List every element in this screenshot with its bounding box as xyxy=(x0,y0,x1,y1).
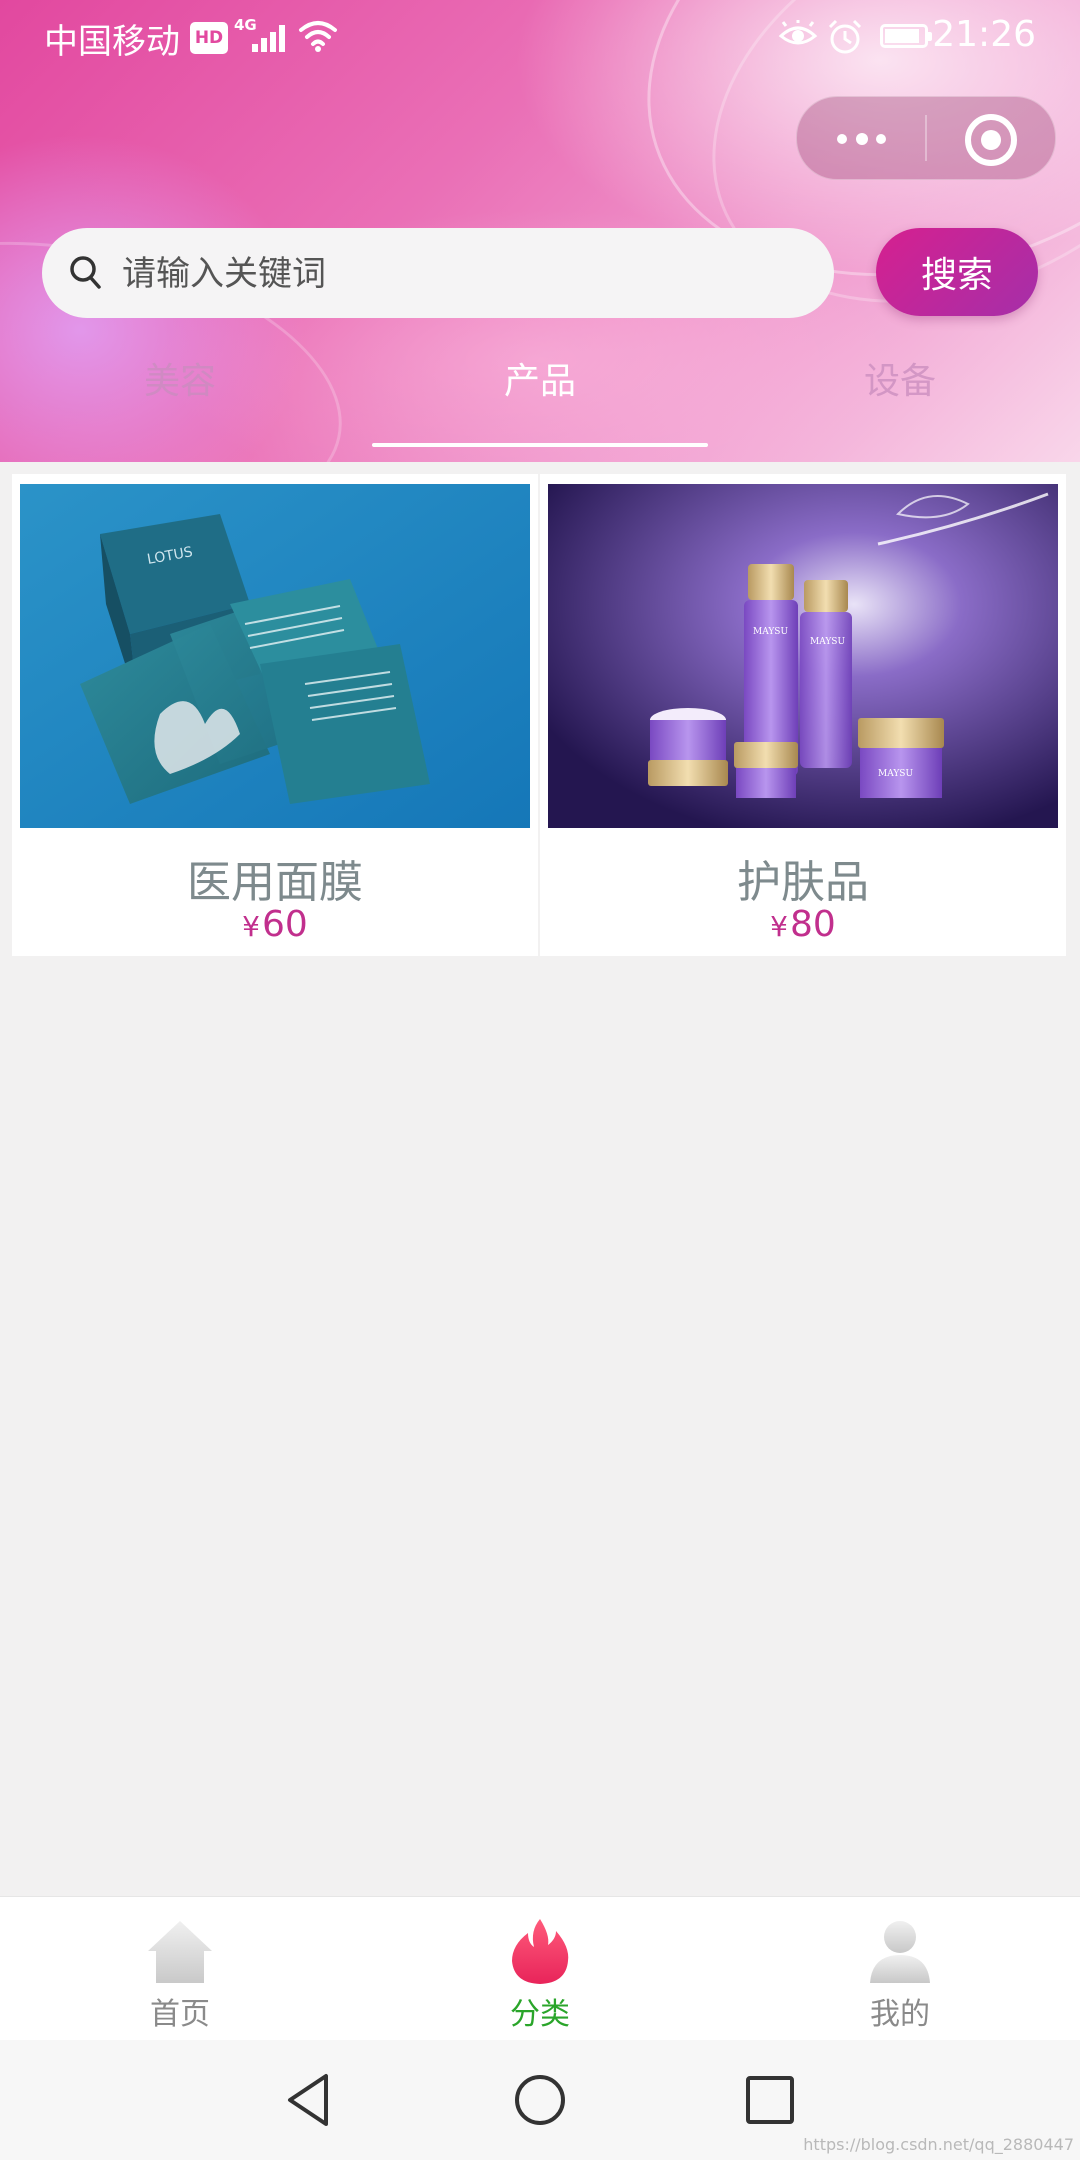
search-button[interactable]: 搜索 xyxy=(876,228,1038,316)
product-card[interactable]: MAYSU MAYSU MAYSU 护肤品 ¥80 xyxy=(540,474,1066,956)
product-name: 医用面膜 xyxy=(187,857,363,908)
status-bar: 中国移动 HD 4G 21:26 xyxy=(0,0,1080,72)
bottom-tab-bar: 首页 分类 我的 xyxy=(0,1896,1080,2041)
alarm-icon xyxy=(828,19,862,54)
recents-icon[interactable] xyxy=(738,2068,802,2132)
price-value: 80 xyxy=(790,904,836,945)
exit-miniprogram-button[interactable] xyxy=(927,97,1055,179)
clock-time: 21:26 xyxy=(932,14,1036,55)
tab-equipment[interactable]: 设备 xyxy=(720,352,1080,448)
search-icon xyxy=(70,256,101,289)
tabbar-item-category[interactable]: 分类 xyxy=(360,1897,720,2041)
home-icon xyxy=(148,1921,212,1983)
more-menu-button[interactable] xyxy=(797,97,925,179)
system-navigation-bar: https://blog.csdn.net/qq_2880447 xyxy=(0,2040,1080,2160)
price-value: 60 xyxy=(262,904,308,945)
header: 中国移动 HD 4G 21:26 请输入关键词 搜索 美容 产品 设备 xyxy=(0,0,1080,462)
product-card[interactable]: LOTUS 医用面膜 ¥60 xyxy=(12,474,538,956)
eye-comfort-icon xyxy=(778,20,818,45)
svg-text:MAYSU: MAYSU xyxy=(878,769,913,779)
currency-symbol: ¥ xyxy=(770,910,788,943)
tabbar-label-category: 分类 xyxy=(510,1997,570,2032)
user-icon xyxy=(870,1921,930,1983)
product-price: ¥60 xyxy=(12,904,538,945)
tabbar-item-home[interactable]: 首页 xyxy=(0,1897,360,2041)
product-image-face-mask: LOTUS xyxy=(20,484,530,828)
watermark: https://blog.csdn.net/qq_2880447 xyxy=(803,2135,1074,2154)
search-box[interactable] xyxy=(42,228,834,318)
miniprogram-capsule xyxy=(796,96,1056,180)
signal-icon xyxy=(252,22,292,52)
tab-products[interactable]: 产品 xyxy=(360,352,720,448)
flame-icon xyxy=(512,1919,569,1984)
back-icon[interactable] xyxy=(278,2068,342,2132)
tab-beauty[interactable]: 美容 xyxy=(0,352,360,448)
currency-symbol: ¥ xyxy=(242,910,260,943)
tabbar-label-home: 首页 xyxy=(150,1997,210,2032)
wifi-icon xyxy=(299,21,337,52)
search-input[interactable] xyxy=(120,240,814,308)
home-circle-icon[interactable] xyxy=(508,2068,572,2132)
battery-icon xyxy=(880,24,932,48)
product-name: 护肤品 xyxy=(737,857,869,908)
active-tab-indicator xyxy=(372,443,708,447)
product-price: ¥80 xyxy=(540,904,1066,945)
svg-text:MAYSU: MAYSU xyxy=(753,627,788,637)
tabbar-item-mine[interactable]: 我的 xyxy=(720,1897,1080,2041)
product-image-skincare: MAYSU MAYSU MAYSU xyxy=(548,484,1058,828)
category-tabs: 美容 产品 设备 xyxy=(0,352,1080,448)
tabbar-label-mine: 我的 xyxy=(870,1997,930,2032)
hd-badge: HD xyxy=(190,22,228,54)
svg-text:MAYSU: MAYSU xyxy=(810,637,845,647)
carrier-name: 中国移动 xyxy=(44,22,180,62)
